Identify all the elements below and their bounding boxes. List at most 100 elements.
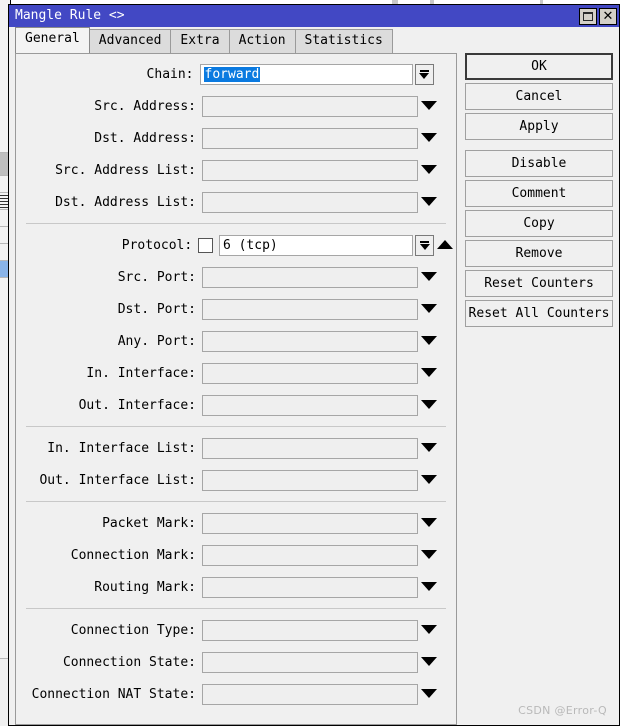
dropdown-button-protocol[interactable] <box>414 234 435 256</box>
input-any-port[interactable] <box>202 330 418 352</box>
apply-button[interactable]: Apply <box>465 113 613 140</box>
tab-bar: General Advanced Extra Action Statistics <box>9 27 619 53</box>
cancel-button[interactable]: Cancel <box>465 83 613 110</box>
label-routing-mark: Routing Mark: <box>94 579 196 595</box>
input-packet-mark[interactable] <box>202 512 418 534</box>
action-buttons-pane: OK Cancel Apply Disable Comment Copy Remove Res… <box>457 53 619 725</box>
label-in-interface: In. Interface: <box>86 365 196 381</box>
input-chain[interactable]: forward <box>199 63 413 85</box>
label-dst-address-list: Dst. Address List: <box>55 194 196 210</box>
title-bar[interactable]: Mangle Rule <> ✕ <box>9 5 619 27</box>
comment-button[interactable]: Comment <box>465 180 613 207</box>
form-row-in-interface: In. Interface: <box>16 357 456 389</box>
group-separator <box>26 501 446 502</box>
checkbox-protocol[interactable] <box>198 237 213 253</box>
form-row-protocol: Protocol: 6 (tcp) <box>16 229 456 261</box>
group-separator <box>26 426 446 427</box>
chevron-up-icon-protocol[interactable] <box>434 239 456 251</box>
form-row-any-port: Any. Port: <box>16 325 456 357</box>
label-in-interface-list: In. Interface List: <box>47 440 196 456</box>
reset-counters-button[interactable]: Reset Counters <box>465 270 613 297</box>
input-out-interface-list[interactable] <box>202 469 418 491</box>
chevron-down-icon-any-port[interactable] <box>418 335 440 347</box>
chevron-down-icon-dst-port[interactable] <box>418 303 440 315</box>
chevron-down-icon-dst-address-list[interactable] <box>418 196 440 208</box>
form-row-connection-state: Connection State: <box>16 646 456 678</box>
label-packet-mark: Packet Mark: <box>102 515 196 531</box>
chevron-down-icon-src-address-list[interactable] <box>418 164 440 176</box>
input-connection-type[interactable] <box>202 619 418 641</box>
input-src-address-list[interactable] <box>202 159 418 181</box>
dialog-body: Chain: forward Src. Address: Dst. Address: S… <box>9 53 619 725</box>
form-row-routing-mark: Routing Mark: <box>16 571 456 603</box>
form-row-out-interface: Out. Interface: <box>16 389 456 421</box>
mangle-rule-dialog: Mangle Rule <> ✕ General Advanced Extra Act… <box>8 4 620 726</box>
input-value-selected: forward <box>203 66 261 82</box>
input-src-address[interactable] <box>202 95 418 117</box>
input-routing-mark[interactable] <box>202 576 418 598</box>
label-connection-nat-state: Connection NAT State: <box>31 686 196 702</box>
button-group-gap <box>465 143 613 150</box>
input-dst-port[interactable] <box>202 298 418 320</box>
label-connection-mark: Connection Mark: <box>70 547 196 563</box>
dropdown-button-chain[interactable] <box>414 63 435 85</box>
disable-button[interactable]: Disable <box>465 150 613 177</box>
input-protocol[interactable]: 6 (tcp) <box>218 234 413 256</box>
chevron-down-icon-src-port[interactable] <box>418 271 440 283</box>
form-row-chain: Chain: forward <box>16 58 456 90</box>
input-src-port[interactable] <box>202 266 418 288</box>
input-in-interface-list[interactable] <box>202 437 418 459</box>
chevron-down-icon-connection-state[interactable] <box>418 656 440 668</box>
label-out-interface-list: Out. Interface List: <box>39 472 196 488</box>
group-separator <box>26 608 446 609</box>
screen: Mangle Rule <> ✕ General Advanced Extra Act… <box>0 0 620 726</box>
tab-advanced[interactable]: Advanced <box>88 29 172 53</box>
watermark: CSDN @Error-Q <box>518 704 607 717</box>
group-separator <box>26 223 446 224</box>
chevron-down-icon-connection-nat-state[interactable] <box>418 688 440 700</box>
input-dst-address[interactable] <box>202 127 418 149</box>
tab-action[interactable]: Action <box>228 29 296 53</box>
tab-extra[interactable]: Extra <box>170 29 230 53</box>
input-connection-nat-state[interactable] <box>202 683 418 705</box>
ok-button[interactable]: OK <box>465 53 613 80</box>
form-row-src-port: Src. Port: <box>16 261 456 293</box>
input-out-interface[interactable] <box>202 394 418 416</box>
form-row-src-address-list: Src. Address List: <box>16 154 456 186</box>
chevron-down-icon-connection-type[interactable] <box>418 624 440 636</box>
chevron-down-icon-out-interface-list[interactable] <box>418 474 440 486</box>
remove-button[interactable]: Remove <box>465 240 613 267</box>
chevron-down-icon-connection-mark[interactable] <box>418 549 440 561</box>
label-connection-state: Connection State: <box>62 654 196 670</box>
label-chain: Chain: <box>146 66 194 82</box>
chevron-down-icon-packet-mark[interactable] <box>418 517 440 529</box>
input-connection-mark[interactable] <box>202 544 418 566</box>
input-in-interface[interactable] <box>202 362 418 384</box>
chevron-down-icon-src-address[interactable] <box>418 100 440 112</box>
chevron-down-icon-in-interface-list[interactable] <box>418 442 440 454</box>
tab-statistics[interactable]: Statistics <box>294 29 393 53</box>
copy-button[interactable]: Copy <box>465 210 613 237</box>
tab-general[interactable]: General <box>15 27 90 53</box>
form-row-out-interface-list: Out. Interface List: <box>16 464 456 496</box>
input-connection-state[interactable] <box>202 651 418 673</box>
chevron-down-icon-routing-mark[interactable] <box>418 581 440 593</box>
form-row-dst-address: Dst. Address: <box>16 122 456 154</box>
window-controls: ✕ <box>579 7 617 25</box>
chevron-down-icon-dst-address[interactable] <box>418 132 440 144</box>
label-src-address: Src. Address: <box>94 98 196 114</box>
label-out-interface: Out. Interface: <box>78 397 196 413</box>
label-src-address-list: Src. Address List: <box>55 162 196 178</box>
form-row-dst-address-list: Dst. Address List: <box>16 186 456 218</box>
form-row-packet-mark: Packet Mark: <box>16 507 456 539</box>
label-connection-type: Connection Type: <box>70 622 196 638</box>
input-dst-address-list[interactable] <box>202 191 418 213</box>
form-row-in-interface-list: In. Interface List: <box>16 432 456 464</box>
form-row-connection-type: Connection Type: <box>16 614 456 646</box>
reset-all-counters-button[interactable]: Reset All Counters <box>465 300 613 327</box>
chevron-down-icon-out-interface[interactable] <box>418 399 440 411</box>
close-icon[interactable]: ✕ <box>599 7 617 25</box>
label-dst-port: Dst. Port: <box>117 301 196 317</box>
chevron-down-icon-in-interface[interactable] <box>418 367 440 379</box>
maximize-icon[interactable] <box>579 7 597 25</box>
